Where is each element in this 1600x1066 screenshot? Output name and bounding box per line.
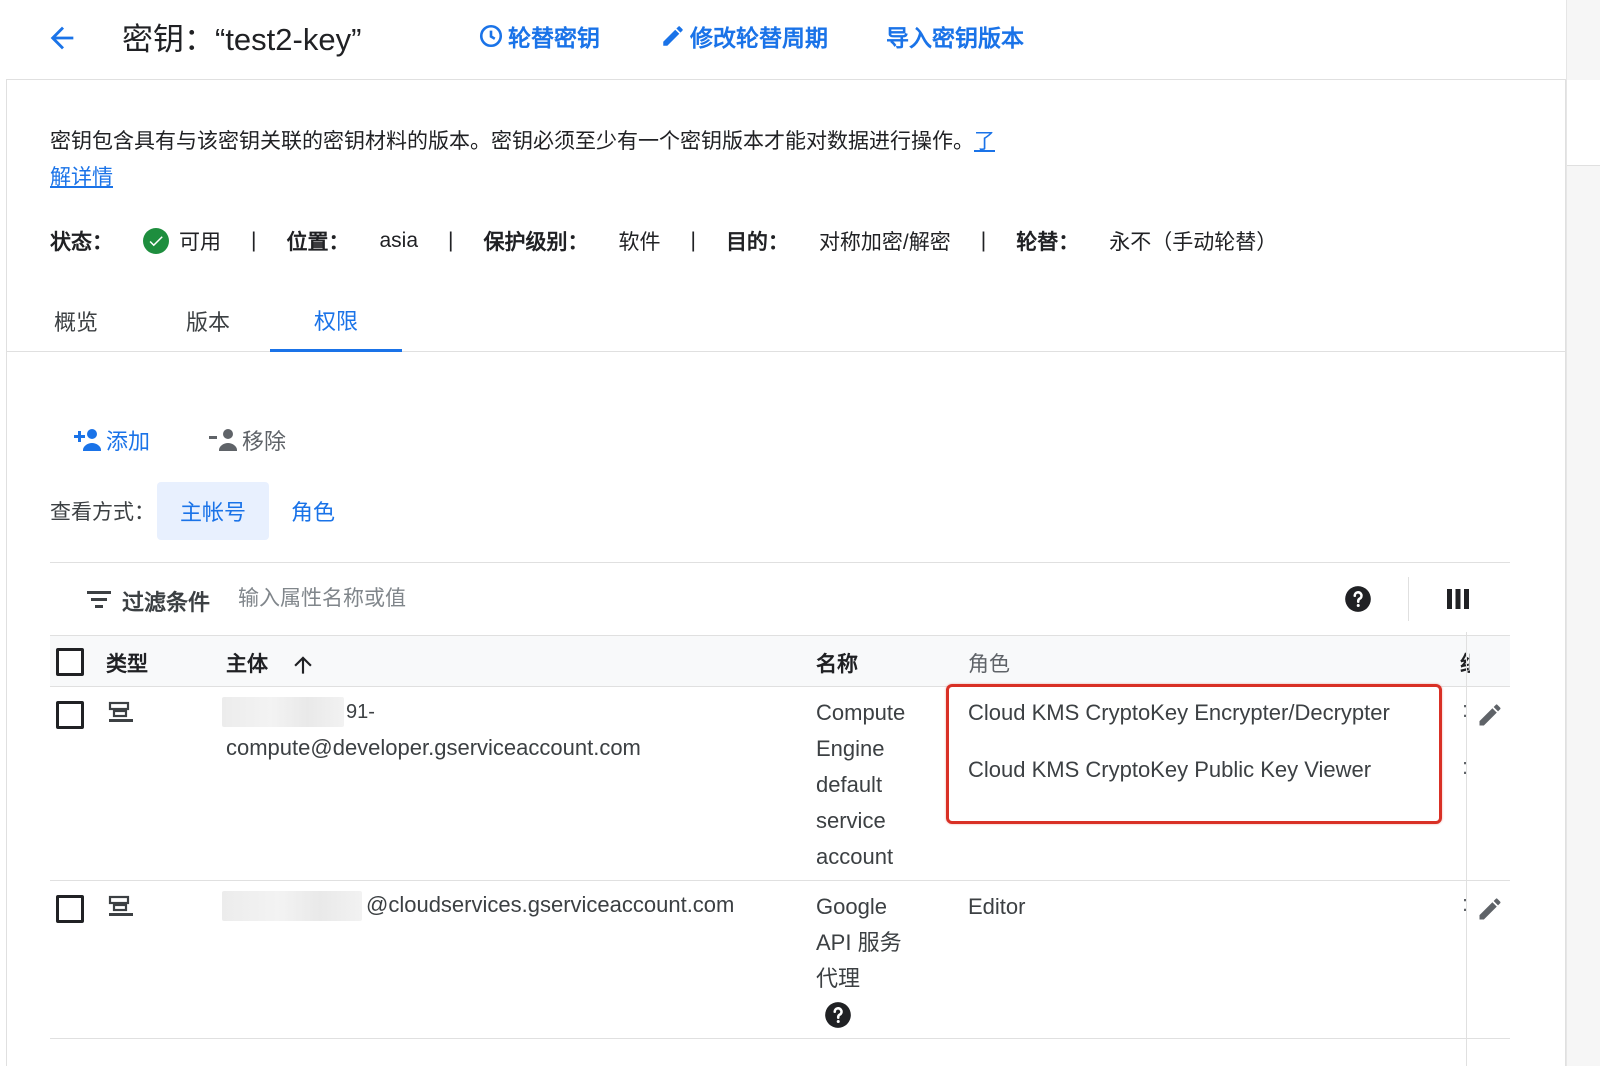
- tab-bar: 概览 版本 权限: [6, 290, 1566, 352]
- permissions-table: 过滤条件 类型 主体 名称 角色 组 91- compute@developer…: [50, 562, 1510, 1066]
- view-by-principal[interactable]: 主帐号: [157, 482, 269, 540]
- scroll-area[interactable]: [1566, 0, 1600, 1066]
- role-item: Cloud KMS CryptoKey Public Key Viewer: [968, 757, 1372, 782]
- key-status-line: 状态： 可用 | 位置： asia | 保护级别： 软件 | 目的： 对称加密/…: [50, 222, 1277, 260]
- table-header: 类型 主体 名称 角色 组: [50, 635, 1510, 687]
- arrow-back-icon: [50, 26, 74, 50]
- column-divider: [1466, 632, 1467, 1066]
- row-checkbox[interactable]: [56, 701, 84, 729]
- role-cell: Editor: [968, 889, 1025, 925]
- header-principal[interactable]: 主体: [226, 648, 316, 678]
- row-checkbox[interactable]: [56, 895, 84, 923]
- separator: |: [980, 229, 987, 252]
- rotation-label: 轮替：: [1016, 231, 1080, 254]
- add-label: 添加: [106, 429, 151, 454]
- rotate-key-label: 轮替密钥: [508, 25, 600, 51]
- tab-versions[interactable]: 版本: [162, 290, 254, 352]
- back-button[interactable]: [42, 18, 82, 58]
- tab-overview[interactable]: 概览: [30, 290, 122, 352]
- redacted-block: [222, 891, 362, 922]
- location-value: asia: [379, 229, 418, 252]
- separator: |: [448, 229, 454, 252]
- redacted-block: [222, 697, 344, 728]
- remove-label: 移除: [242, 429, 287, 454]
- key-description: 密钥包含具有与该密钥关联的密钥材料的版本。密钥必须至少有一个密钥版本才能对数据进…: [50, 124, 1010, 196]
- name-line: Google: [816, 894, 887, 919]
- arrow-upward-icon: [294, 656, 312, 675]
- service-account-icon: [108, 701, 133, 722]
- help-icon[interactable]: [1344, 585, 1372, 613]
- name-cell: Compute Engine default service account: [816, 695, 905, 875]
- filter-input[interactable]: [238, 581, 838, 617]
- add-principal-button[interactable]: 添加: [70, 420, 150, 460]
- pencil-icon: [663, 26, 683, 46]
- status-value: 可用: [179, 231, 221, 254]
- divider: [1408, 577, 1409, 621]
- person-remove-icon: [209, 429, 237, 451]
- name-help: [816, 997, 902, 1040]
- view-by-label: 查看方式：: [50, 501, 155, 524]
- name-line: Compute: [816, 700, 906, 725]
- status-label: 状态：: [50, 231, 113, 254]
- purpose-value: 对称加密/解密: [818, 231, 951, 254]
- tab-permissions[interactable]: 权限: [270, 290, 402, 352]
- column-display-icon[interactable]: [1446, 587, 1470, 611]
- scroll-thumb[interactable]: [1567, 80, 1600, 166]
- edit-icon[interactable]: [1476, 701, 1504, 729]
- header-clipped: 组: [1460, 648, 1470, 678]
- filter-bar: 过滤条件: [50, 563, 1510, 635]
- import-key-version-button[interactable]: 导入密钥版本: [886, 18, 1024, 54]
- page-header: 密钥：“test2-key” 轮替密钥 修改轮替周期 导入密钥版本: [6, 0, 1566, 80]
- name-line: 代理: [816, 966, 861, 991]
- filter-label: 过滤条件: [122, 590, 211, 615]
- select-all-checkbox[interactable]: [56, 648, 84, 676]
- rotate-key-button[interactable]: 轮替密钥: [478, 18, 600, 54]
- name-line: account: [816, 844, 894, 869]
- description-text: 密钥包含具有与该密钥关联的密钥材料的版本。密钥必须至少有一个密钥版本才能对数据进…: [50, 130, 974, 153]
- principal-cell: 91- compute@developer.gserviceaccount.co…: [222, 693, 641, 766]
- view-by-role[interactable]: 角色: [280, 482, 346, 540]
- help-icon[interactable]: [824, 1001, 852, 1029]
- name-line: Engine: [816, 736, 885, 761]
- edit-rotation-period-button[interactable]: 修改轮替周期: [660, 18, 828, 54]
- principal-email: compute@developer.gserviceaccount.com: [226, 735, 641, 760]
- remove-principal-button[interactable]: 移除: [206, 420, 286, 460]
- name-line: default: [816, 772, 883, 797]
- person-add-icon: [74, 429, 101, 451]
- role-item: Editor: [968, 894, 1026, 919]
- service-account-icon: [108, 895, 133, 916]
- principal-id-fragment: 91-: [346, 701, 375, 723]
- rotation-value: 永不（手动轮替）: [1109, 231, 1278, 254]
- header-principal-label: 主体: [226, 653, 268, 676]
- separator: |: [251, 229, 257, 252]
- filter-icon: [87, 591, 111, 608]
- header-role: 角色: [968, 653, 1010, 676]
- separator: |: [690, 229, 696, 252]
- name-line: API 服务: [816, 930, 902, 955]
- table-row: 91- compute@developer.gserviceaccount.co…: [50, 687, 1510, 881]
- edit-rotation-period-label: 修改轮替周期: [690, 25, 828, 51]
- location-label: 位置：: [286, 231, 350, 254]
- role-item: Cloud KMS CryptoKey Encrypter/Decrypter: [968, 700, 1390, 725]
- protection-level-label: 保护级别：: [483, 231, 589, 254]
- role-cell: Cloud KMS CryptoKey Encrypter/Decrypter …: [968, 695, 1390, 788]
- table-row: @cloudservices.gserviceaccount.com Googl…: [50, 881, 1510, 1039]
- header-name: 名称: [816, 653, 858, 676]
- protection-level-value: 软件: [618, 231, 661, 254]
- page-title: 密钥：“test2-key”: [122, 22, 362, 57]
- principal-cell: @cloudservices.gserviceaccount.com: [222, 887, 734, 923]
- name-cell: Google API 服务 代理: [816, 889, 902, 1040]
- principal-email-domain: @cloudservices.gserviceaccount.com: [366, 892, 735, 917]
- check-circle-icon: [143, 228, 169, 254]
- history-icon: [479, 24, 503, 48]
- name-line: service: [816, 808, 886, 833]
- edit-icon[interactable]: [1476, 895, 1504, 923]
- header-type: 类型: [106, 653, 148, 676]
- import-key-version-label: 导入密钥版本: [886, 25, 1024, 51]
- purpose-label: 目的：: [725, 231, 789, 254]
